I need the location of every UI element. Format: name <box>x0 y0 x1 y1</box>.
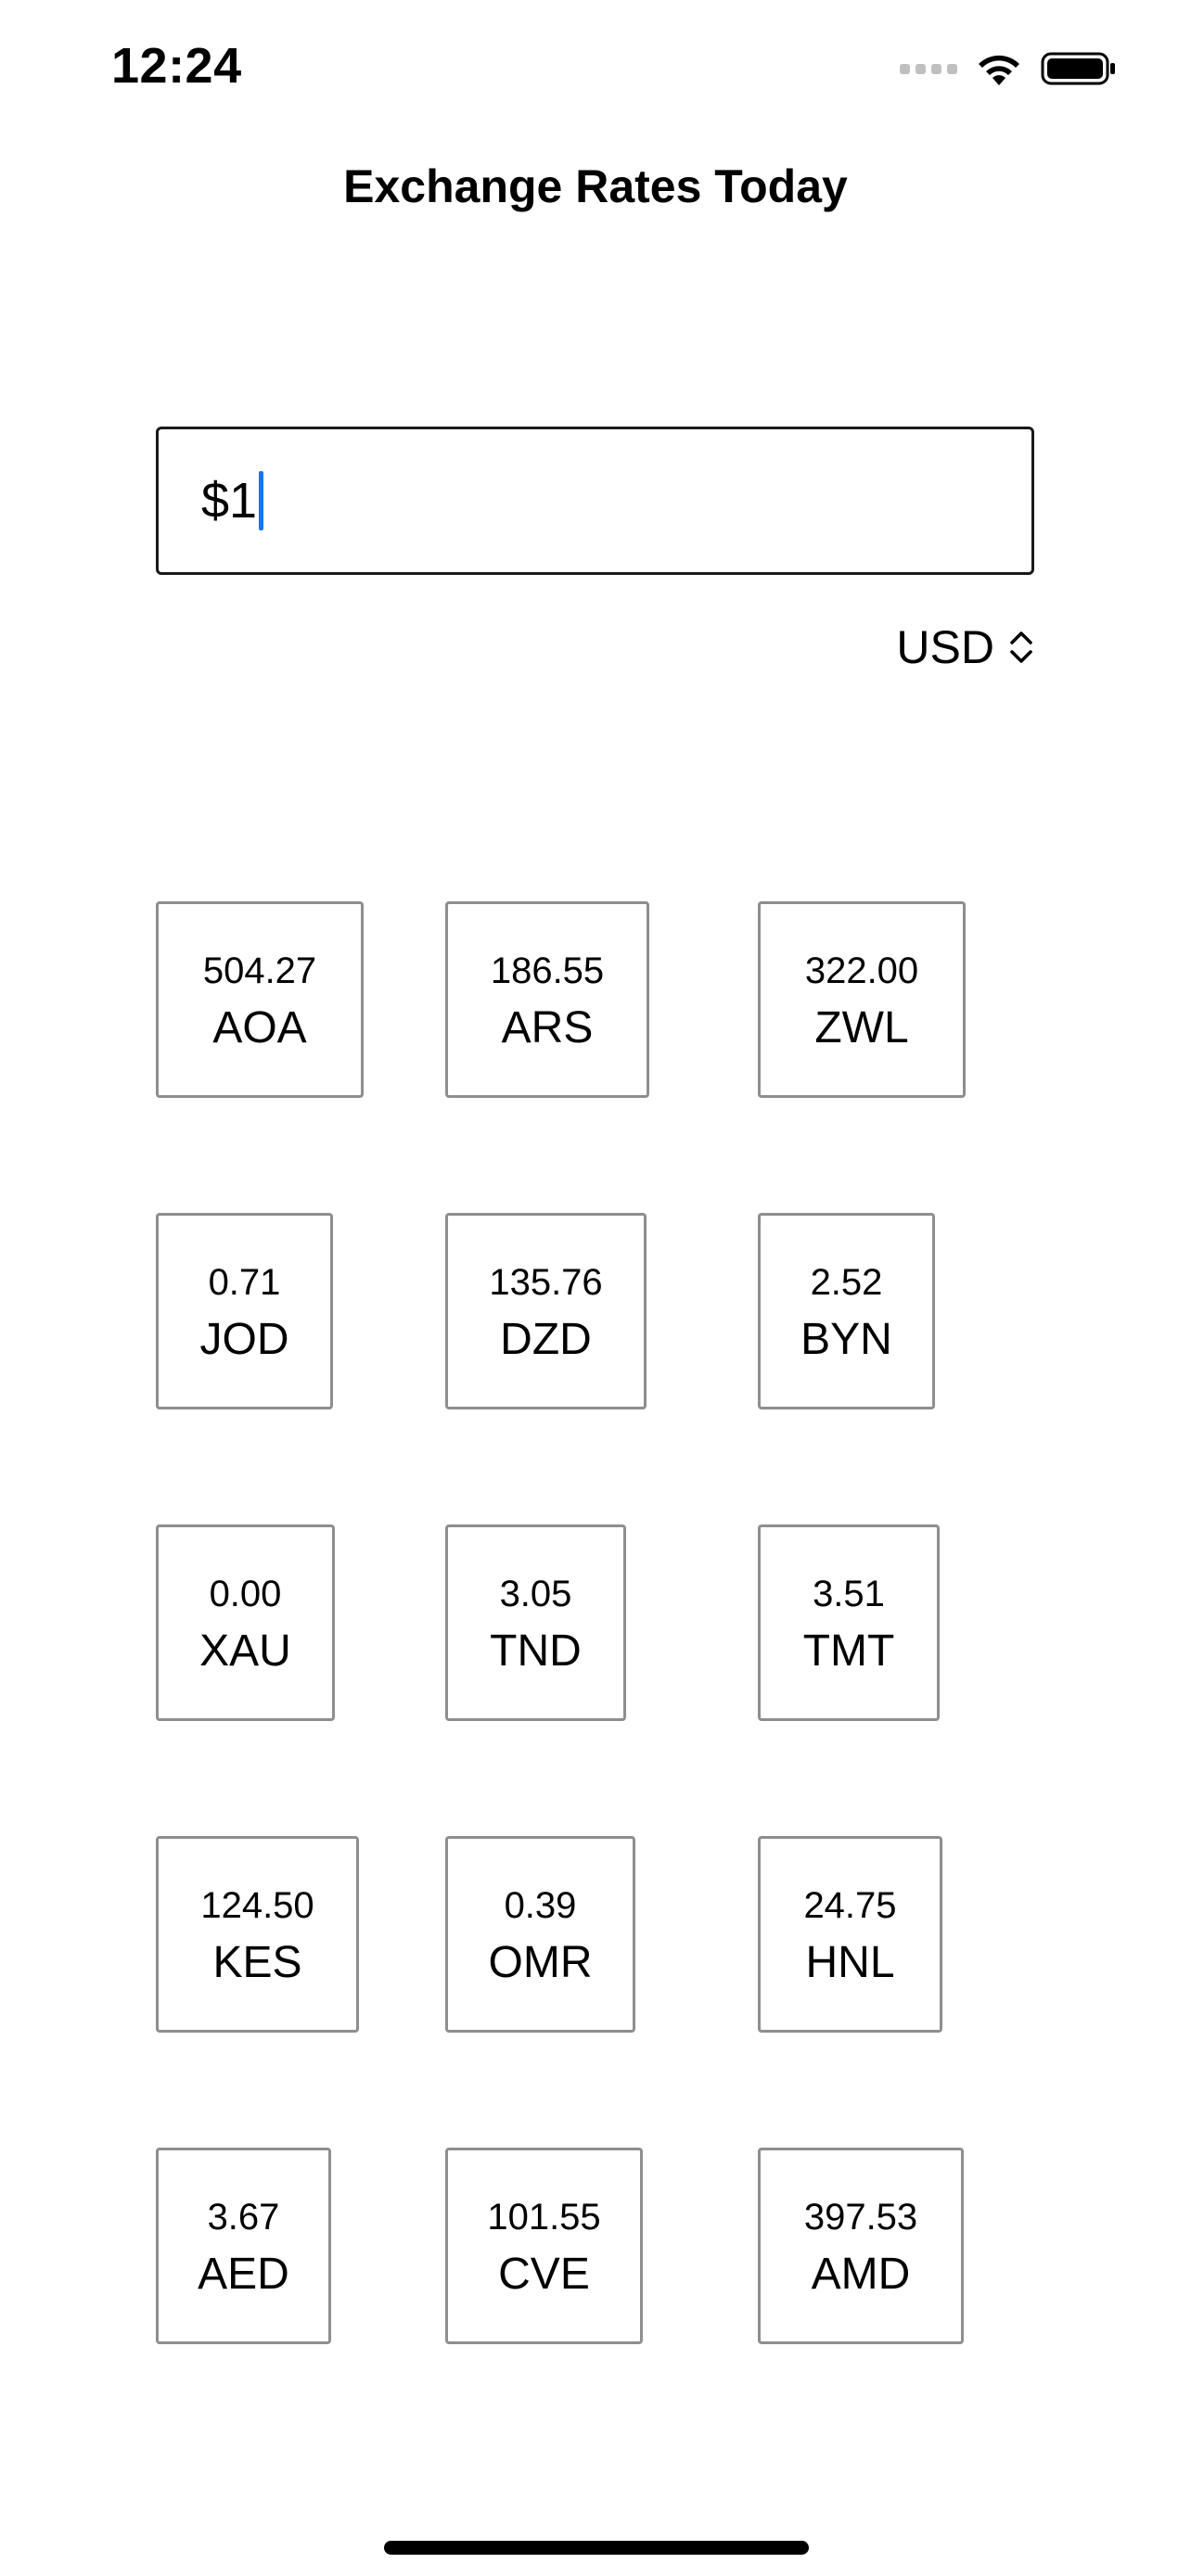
chevron-up-down-icon <box>1010 631 1032 663</box>
rate-tile[interactable]: 322.00 ZWL <box>758 901 966 1098</box>
text-cursor <box>259 471 264 530</box>
rate-value: 322.00 <box>804 950 919 991</box>
rate-tile[interactable]: 0.71 JOD <box>156 1213 333 1409</box>
currency-code: HNL <box>805 1938 895 1987</box>
rate-tile[interactable]: 124.50 KES <box>156 1836 359 2033</box>
amount-input[interactable]: $1 <box>156 427 1034 575</box>
currency-picker[interactable]: USD <box>896 619 1035 675</box>
currency-code: DZD <box>500 1315 592 1364</box>
currency-code: OMR <box>488 1938 593 1987</box>
rate-value: 0.00 <box>209 1574 282 1614</box>
currency-code: KES <box>212 1938 302 1987</box>
currency-code: XAU <box>199 1626 291 1676</box>
rate-value: 124.50 <box>200 1885 314 1926</box>
rate-tile[interactable]: 504.27 AOA <box>156 901 364 1098</box>
rate-tile[interactable]: 135.76 DZD <box>445 1213 647 1409</box>
rate-tile[interactable]: 101.55 CVE <box>445 2148 643 2344</box>
battery-icon <box>1041 52 1115 85</box>
rate-tile[interactable]: 2.52 BYN <box>758 1213 935 1409</box>
currency-code: CVE <box>498 2250 590 2299</box>
currency-code: BYN <box>800 1315 892 1364</box>
currency-picker-value: USD <box>896 621 994 673</box>
rate-tile[interactable]: 0.00 XAU <box>156 1524 335 1721</box>
rate-value: 397.53 <box>803 2197 918 2238</box>
rate-value: 0.39 <box>504 1885 577 1926</box>
rate-tile[interactable]: 3.05 TND <box>445 1524 626 1721</box>
rate-value: 101.55 <box>487 2197 601 2238</box>
rate-value: 24.75 <box>803 1885 897 1926</box>
status-time: 12:24 <box>111 38 242 94</box>
page-title: Exchange Rates Today <box>343 160 848 212</box>
currency-code: AOA <box>212 1003 307 1052</box>
rate-tile[interactable]: 24.75 HNL <box>758 1836 942 2033</box>
rate-tile[interactable]: 0.39 OMR <box>445 1836 635 2033</box>
rate-value: 3.51 <box>813 1574 885 1614</box>
currency-code: JOD <box>199 1315 289 1364</box>
rate-value: 0.71 <box>208 1262 281 1303</box>
amount-value: $1 <box>201 473 258 529</box>
currency-code: AMD <box>811 2250 911 2299</box>
rate-value: 3.67 <box>207 2197 280 2238</box>
rate-value: 504.27 <box>202 950 317 991</box>
currency-code: TND <box>490 1626 582 1676</box>
rate-value: 2.52 <box>810 1262 883 1303</box>
cellular-signal-icon <box>900 63 957 74</box>
rate-tile[interactable]: 397.53 AMD <box>758 2148 964 2344</box>
home-indicator[interactable] <box>384 2541 809 2555</box>
currency-code: AED <box>198 2250 289 2299</box>
currency-code: ARS <box>501 1003 594 1052</box>
rate-tile[interactable]: 3.51 TMT <box>758 1524 940 1721</box>
rate-value: 135.76 <box>489 1262 603 1303</box>
rate-value: 3.05 <box>499 1574 572 1614</box>
status-icons <box>900 46 1117 91</box>
rate-tile[interactable]: 3.67 AED <box>156 2148 331 2344</box>
rate-tile[interactable]: 186.55 ARS <box>445 901 649 1098</box>
currency-code: ZWL <box>814 1003 909 1052</box>
currency-code: TMT <box>802 1626 895 1676</box>
wifi-icon <box>979 55 1019 85</box>
rate-value: 186.55 <box>490 950 605 991</box>
